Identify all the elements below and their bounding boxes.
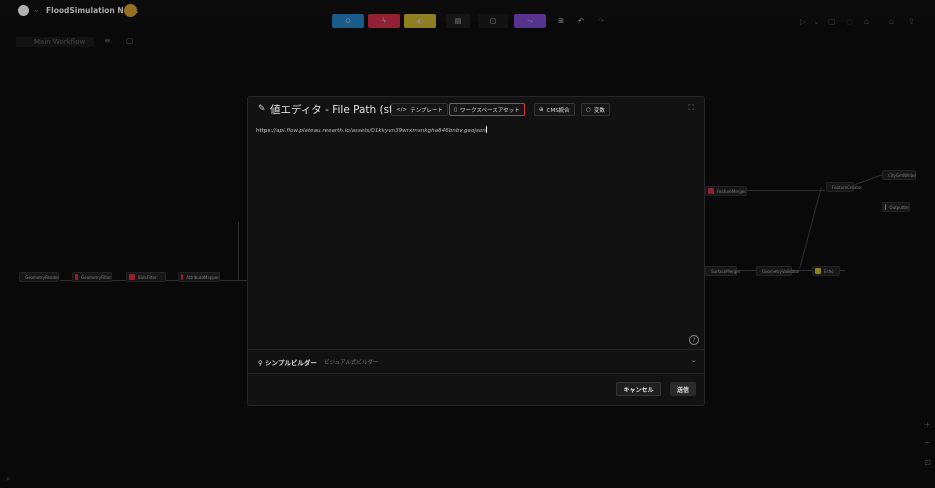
- help-icon[interactable]: ?: [689, 335, 699, 345]
- pencil-icon: ✎: [258, 104, 266, 114]
- tab-cms-integration[interactable]: ⊕ CMS統合: [534, 103, 575, 116]
- code-icon: </>: [396, 106, 408, 113]
- tab-template[interactable]: </> テンプレート: [391, 103, 448, 116]
- text-cursor: [485, 126, 487, 133]
- chevron-down-icon[interactable]: ⌄: [691, 356, 697, 364]
- divider: [248, 373, 704, 374]
- dialog-header: ✎ 値エディタ - File Path (string) </> テンプレート …: [248, 97, 704, 121]
- tab-variables[interactable]: ○ 変数: [581, 103, 610, 116]
- value-text[interactable]: https://api.flow.plateau.reearth.io/asse…: [256, 126, 487, 134]
- expand-icon[interactable]: ⛶: [688, 103, 694, 113]
- simple-builder-toggle[interactable]: ⚲ シンプルビルダー: [258, 357, 317, 367]
- wand-icon: ⚲: [258, 359, 266, 367]
- file-icon: ▯: [454, 106, 458, 113]
- submit-button[interactable]: 送信: [670, 382, 696, 396]
- value-editor[interactable]: https://api.flow.plateau.reearth.io/asse…: [256, 124, 696, 346]
- divider: [248, 349, 704, 350]
- value-editor-dialog: ✎ 値エディタ - File Path (string) </> テンプレート …: [247, 96, 705, 406]
- circle-icon: ○: [586, 106, 591, 113]
- builder-subtitle: ビジュアル式ビルダー: [324, 360, 379, 366]
- globe-icon: ⊕: [539, 106, 544, 113]
- cancel-button[interactable]: キャンセル: [616, 382, 661, 396]
- tab-workspace-asset[interactable]: ▯ ワークスペースアセット: [449, 103, 525, 116]
